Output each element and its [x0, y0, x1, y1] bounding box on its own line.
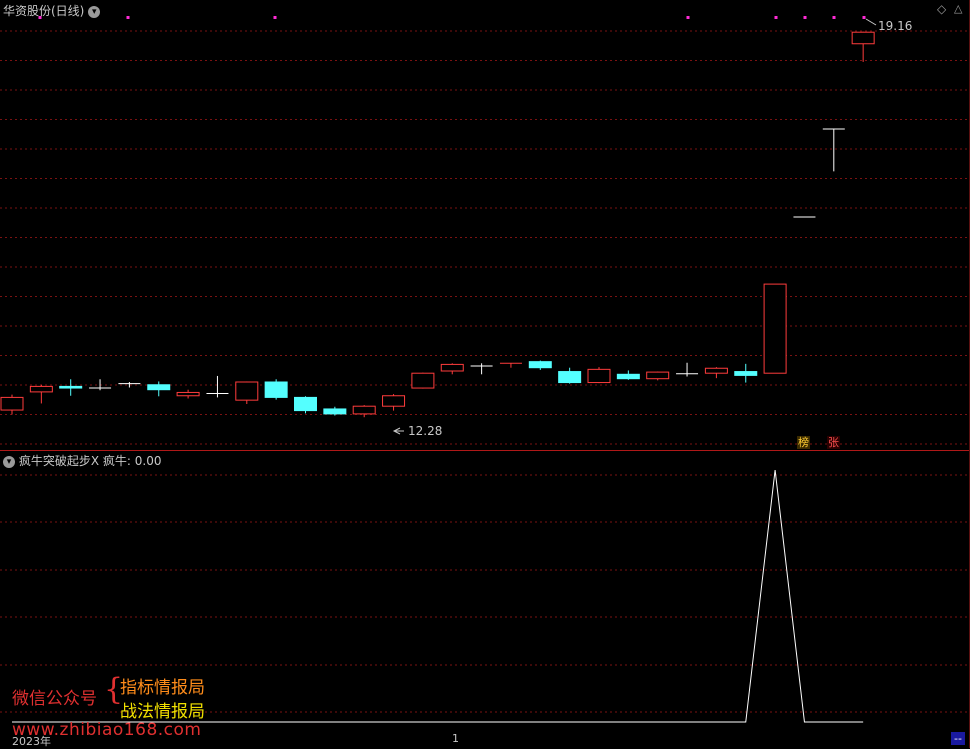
indicator-value: 疯牛: 0.00 [102, 454, 162, 468]
limit-up-badge[interactable]: 张 [827, 436, 840, 449]
signal-dot [862, 16, 866, 19]
high-price-label: 19.16 [878, 19, 913, 33]
high-price-arrow [865, 18, 877, 26]
candle-body [294, 396, 317, 412]
watermark-wechat: 微信公众号 [12, 689, 97, 709]
chevron-down-icon[interactable]: ▾ [88, 5, 101, 18]
diamond-icon[interactable]: ◇ [937, 2, 946, 16]
signal-dot [803, 16, 807, 19]
stock-title-bar: 华资股份(日线) ▾ [3, 2, 101, 19]
candle-body [704, 367, 728, 374]
main-grid [0, 30, 968, 445]
watermark-line-2: 指标情报局 [120, 678, 205, 698]
candle-body [382, 395, 406, 407]
candle-body [646, 371, 670, 380]
signal-dot [774, 16, 778, 19]
x-axis-year: 2023年 [12, 735, 51, 748]
signal-dot [832, 16, 836, 19]
candle-series [0, 31, 875, 418]
candle-body [147, 384, 171, 391]
candle-body [763, 283, 787, 374]
chevron-down-icon[interactable]: ▾ [3, 455, 15, 468]
candle-body [587, 368, 611, 384]
candle-body [323, 408, 347, 415]
candle-body [59, 385, 83, 389]
indicator-name[interactable]: 疯牛突破起步 [19, 454, 91, 468]
indicator-title-bar: ▾ 疯牛突破起步X 疯牛: 0.00 [3, 452, 161, 469]
low-price-label: 12.28 [408, 424, 443, 438]
candle-body [851, 31, 875, 45]
candle-body [352, 405, 376, 415]
signal-dot [686, 16, 690, 19]
signal-dot [273, 16, 277, 19]
candle-body [558, 371, 582, 384]
rank-badge[interactable]: 榜 [797, 436, 810, 449]
candle-body [176, 391, 200, 397]
candle-body [29, 385, 53, 393]
chevron-up-icon[interactable]: △ [954, 2, 962, 15]
page-number: 1 [452, 732, 459, 745]
candle-body [411, 372, 435, 389]
signal-dot [126, 16, 130, 19]
candle-body [0, 396, 24, 411]
candle-body [264, 381, 288, 398]
candle-body [734, 371, 758, 376]
candle-body [235, 381, 259, 401]
watermark-line-3: 战法情报局 [120, 702, 205, 722]
mode-button[interactable]: -- [951, 732, 965, 745]
candle-body [616, 373, 640, 380]
stock-title: 华资股份(日线) [3, 4, 85, 18]
candle-body [528, 361, 552, 369]
candle-body [440, 363, 464, 372]
signal-dots [38, 16, 866, 19]
kline-chart[interactable] [0, 0, 970, 748]
close-icon[interactable]: X [91, 454, 99, 468]
